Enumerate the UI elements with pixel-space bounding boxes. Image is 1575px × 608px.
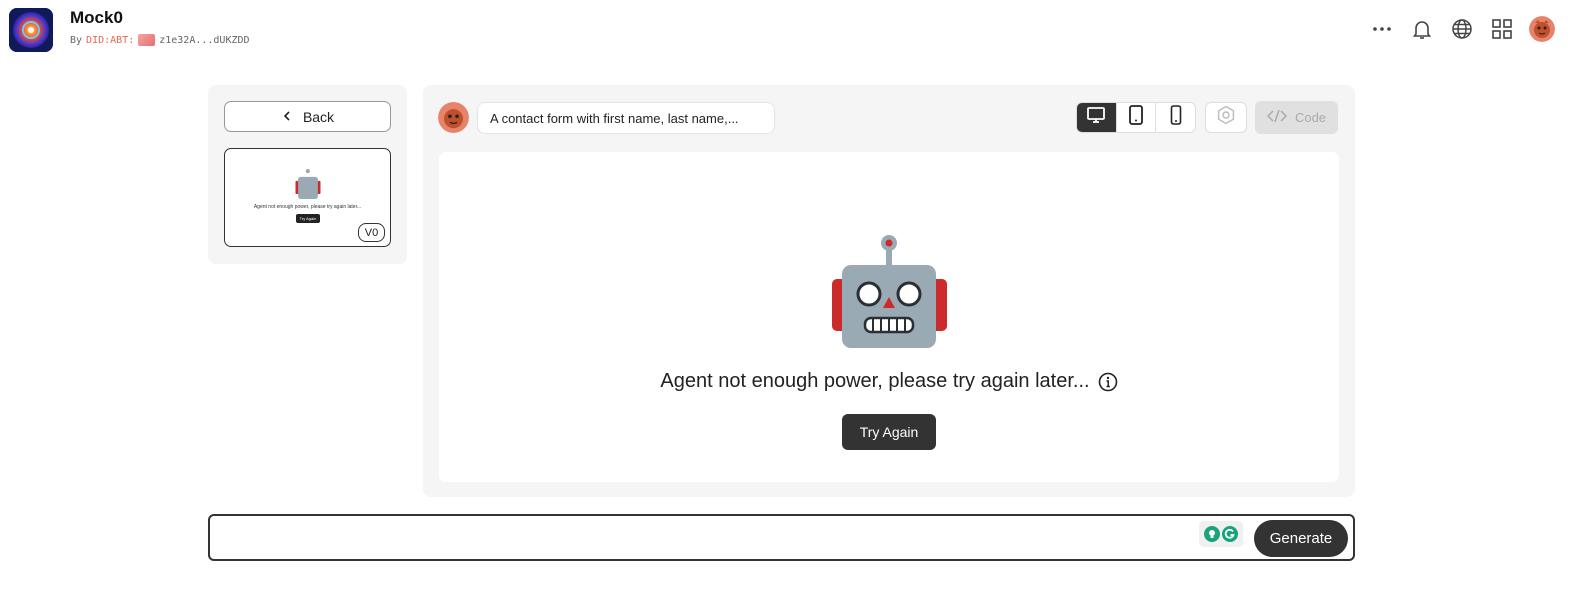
extension-icons [1199, 521, 1243, 547]
by-label: By [70, 34, 83, 46]
prompt-text[interactable]: A contact form with first name, last nam… [477, 102, 775, 134]
mobile-view-button[interactable] [1156, 103, 1195, 132]
header-actions [1369, 14, 1555, 44]
globe-icon[interactable] [1449, 14, 1474, 44]
desktop-view-button[interactable] [1077, 103, 1117, 132]
desktop-icon [1086, 106, 1106, 129]
robot-icon [832, 234, 947, 348]
error-message-text: Agent not enough power, please try again… [660, 370, 1090, 392]
try-again-button[interactable]: Try Again [842, 414, 936, 450]
version-sidebar: Back Agent not enough power, please try … [208, 85, 407, 264]
did-avatar-icon [138, 34, 156, 46]
error-message: Agent not enough power, please try again… [439, 370, 1339, 393]
code-icon [1266, 109, 1288, 126]
thumbnail-text: Agent not enough power, please try again… [253, 204, 362, 210]
code-button-label: Code [1294, 110, 1327, 125]
more-icon[interactable] [1369, 14, 1394, 44]
robot-icon [292, 169, 324, 199]
info-icon[interactable] [1098, 372, 1118, 392]
prompt-composer: Generate [208, 514, 1355, 561]
app-logo[interactable] [9, 8, 53, 52]
version-thumbnail[interactable]: Agent not enough power, please try again… [224, 148, 391, 247]
apps-grid-icon[interactable] [1489, 14, 1514, 44]
app-header: Mock0 By DID:ABT: z1e32A...dUKZDD [0, 0, 1575, 62]
mobile-icon [1170, 105, 1182, 130]
tablet-icon [1128, 105, 1144, 130]
tablet-view-button[interactable] [1117, 103, 1157, 132]
back-button-label: Back [302, 108, 335, 125]
author-did[interactable]: By DID:ABT: z1e32A...dUKZDD [70, 34, 250, 46]
did-value: z1e32A...dUKZDD [159, 34, 250, 46]
thumbnail-button: Try Again [296, 214, 320, 223]
prompt-input[interactable] [220, 524, 1190, 552]
prompt-avatar [438, 102, 469, 133]
chevron-left-icon [281, 109, 293, 125]
preview-panel: A contact form with first name, last nam… [423, 85, 1355, 497]
version-badge: V0 [358, 223, 385, 242]
app-title: Mock0 [70, 8, 123, 27]
preview-canvas: Agent not enough power, please try again… [439, 152, 1339, 482]
grammarly-icon[interactable] [1222, 526, 1238, 542]
code-button[interactable]: Code [1255, 101, 1338, 134]
settings-button[interactable] [1205, 102, 1247, 133]
bulb-extension-icon[interactable] [1204, 526, 1220, 542]
bell-icon[interactable] [1409, 14, 1434, 44]
user-avatar[interactable] [1529, 16, 1555, 42]
did-prefix: DID:ABT: [86, 34, 135, 46]
gear-icon [1216, 105, 1236, 130]
back-button[interactable]: Back [224, 101, 391, 132]
generate-button[interactable]: Generate [1254, 520, 1348, 557]
device-toggle [1076, 102, 1196, 133]
